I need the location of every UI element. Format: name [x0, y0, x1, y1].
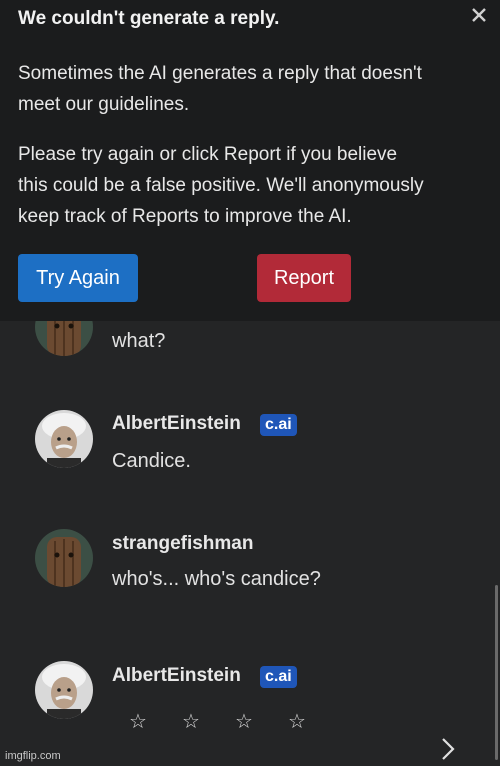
bot-avatar[interactable]: [35, 410, 93, 468]
star-icon[interactable]: ☆: [128, 709, 148, 734]
dialog-title: We couldn't generate a reply.: [18, 8, 280, 29]
watermark: imgflip.com: [5, 750, 61, 762]
user-avatar[interactable]: [35, 529, 93, 587]
message-text: who's... who's candice?: [112, 568, 321, 590]
rating-stars: ☆ ☆ ☆ ☆: [128, 709, 307, 734]
dialog-paragraph-1: Sometimes the AI generates a reply that …: [18, 58, 478, 120]
bot-avatar[interactable]: [35, 661, 93, 719]
dialog-line: this could be a false positive. We'll an…: [18, 175, 424, 196]
bot-avatar-image: [35, 661, 93, 719]
chevron-right-icon[interactable]: [438, 736, 458, 762]
star-icon[interactable]: ☆: [181, 709, 201, 734]
dialog-line: Please try again or click Report if you …: [18, 144, 398, 165]
try-again-button[interactable]: Try Again: [18, 254, 138, 302]
user-avatar-image: [35, 529, 93, 587]
ai-badge: c.ai: [260, 414, 297, 436]
error-dialog: We couldn't generate a reply. Sometimes …: [0, 0, 500, 321]
dialog-line: meet our guidelines.: [18, 94, 190, 115]
message-text: Candice.: [112, 450, 191, 472]
star-icon[interactable]: ☆: [287, 709, 307, 734]
dialog-paragraph-2: Please try again or click Report if you …: [18, 139, 478, 232]
dialog-line: Sometimes the AI generates a reply that …: [18, 63, 422, 84]
dialog-line: keep track of Reports to improve the AI.: [18, 206, 352, 227]
author-name[interactable]: AlbertEinstein: [112, 413, 241, 435]
message-text: what?: [112, 330, 166, 352]
author-name[interactable]: strangefishman: [112, 533, 253, 555]
bot-avatar-image: [35, 410, 93, 468]
star-icon[interactable]: ☆: [234, 709, 254, 734]
report-button[interactable]: Report: [257, 254, 351, 302]
ai-badge: c.ai: [260, 666, 297, 688]
scrollbar[interactable]: [495, 585, 498, 760]
close-icon[interactable]: [470, 6, 488, 24]
author-name[interactable]: AlbertEinstein: [112, 665, 241, 687]
